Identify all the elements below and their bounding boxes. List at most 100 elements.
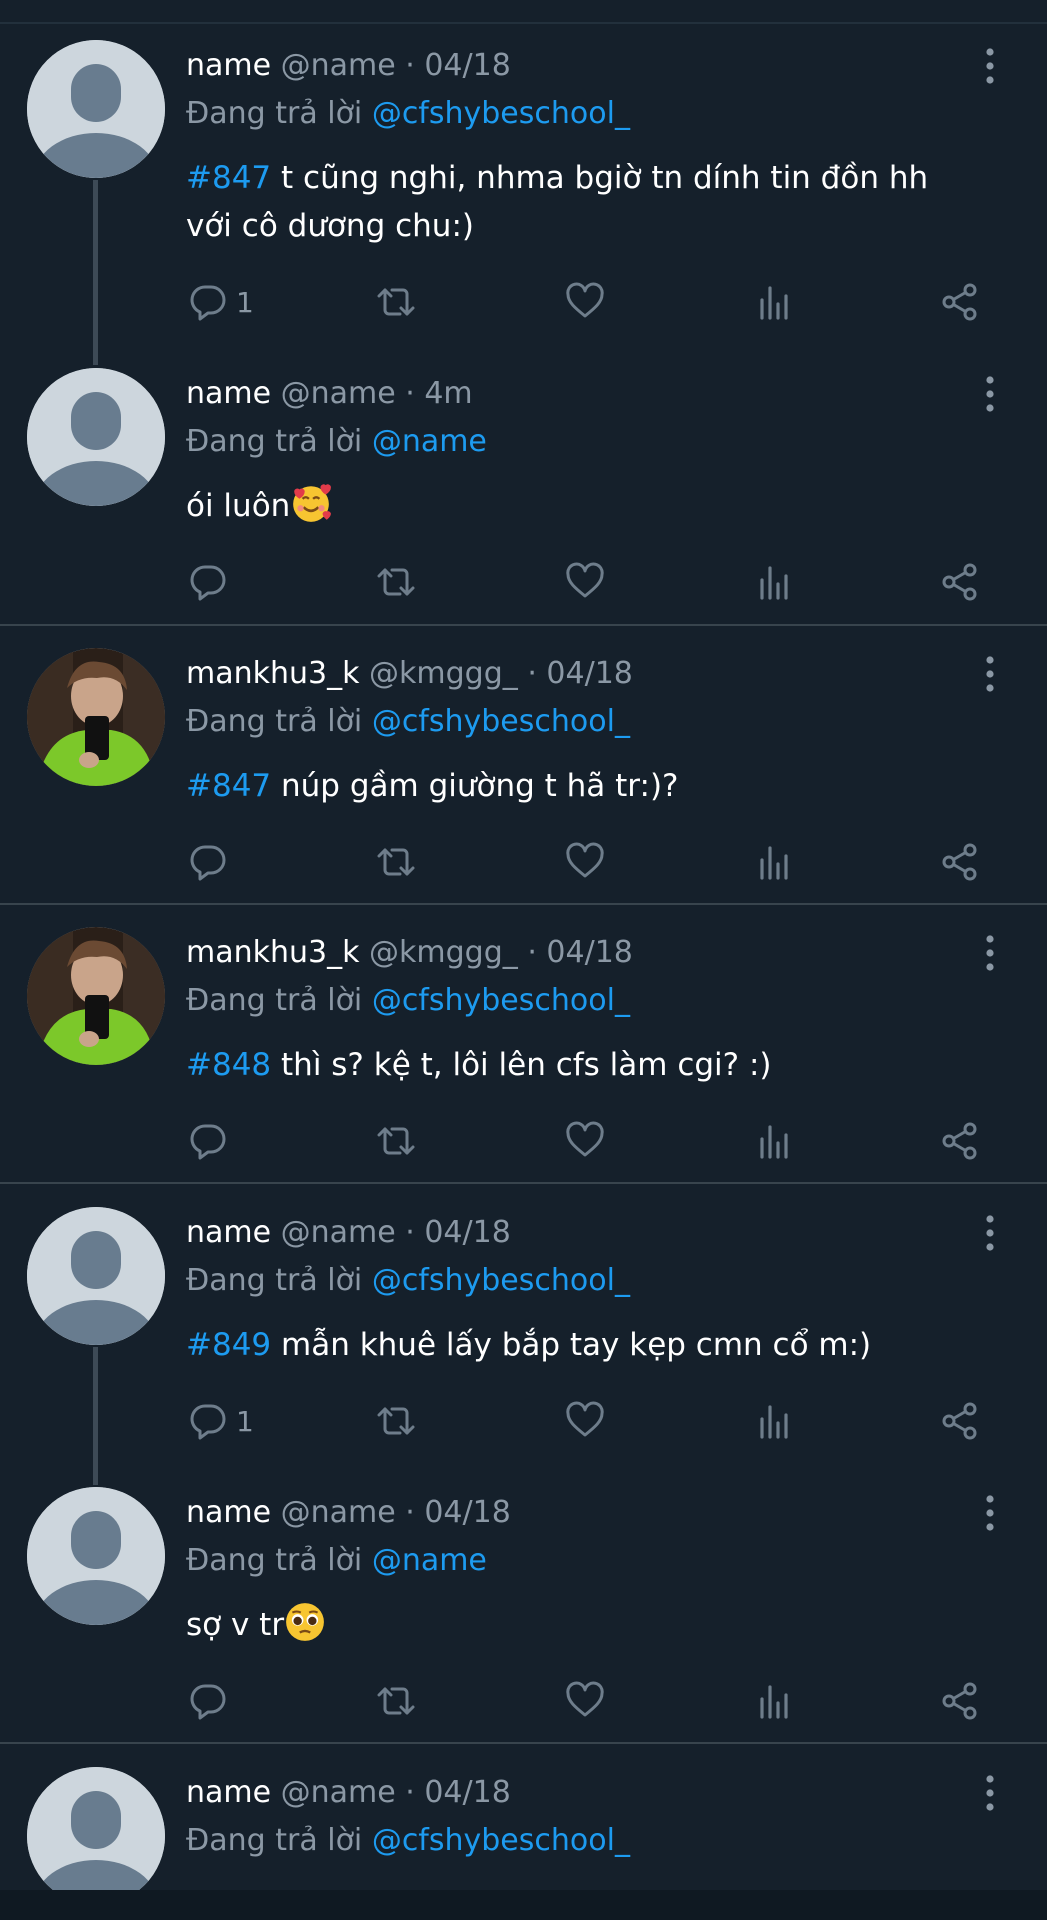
display-name[interactable]: name xyxy=(186,1775,271,1810)
retweet-button[interactable] xyxy=(374,560,418,604)
avatar[interactable] xyxy=(27,1487,165,1625)
like-button[interactable] xyxy=(564,280,606,324)
heart-icon xyxy=(564,1401,606,1441)
share-button[interactable] xyxy=(940,1679,980,1723)
separator-dot: · xyxy=(405,48,415,83)
share-button[interactable] xyxy=(940,840,980,884)
reply-mention-link[interactable]: @name xyxy=(372,1543,487,1578)
views-button[interactable] xyxy=(754,280,794,324)
share-button[interactable] xyxy=(940,280,980,324)
reply-button[interactable] xyxy=(188,1119,228,1163)
user-handle[interactable]: @kmggg_ xyxy=(369,656,518,691)
reply-mention-link[interactable]: @cfshybeschool_ xyxy=(372,1823,630,1858)
user-handle[interactable]: @name xyxy=(281,1495,396,1530)
avatar[interactable] xyxy=(27,1767,165,1905)
views-button[interactable] xyxy=(754,1399,794,1443)
like-button[interactable] xyxy=(564,560,606,604)
analytics-icon xyxy=(754,1121,794,1161)
heart-icon xyxy=(564,1121,606,1161)
views-button[interactable] xyxy=(754,1679,794,1723)
display-name[interactable]: mankhu3_k xyxy=(186,935,359,970)
tweet-text: #847 t cũng nghi, nhma bgiờ tn dính tin … xyxy=(186,154,966,250)
more-vertical-icon[interactable] xyxy=(980,654,1000,694)
share-icon xyxy=(940,562,980,602)
hashtag-link[interactable]: #847 xyxy=(186,768,271,804)
more-vertical-icon[interactable] xyxy=(980,374,1000,414)
like-button[interactable] xyxy=(564,1399,606,1443)
avatar[interactable] xyxy=(27,927,165,1065)
tweet-text: #849 mẫn khuê lấy bắp tay kẹp cmn cổ m:) xyxy=(186,1321,966,1369)
display-name[interactable]: mankhu3_k xyxy=(186,656,359,691)
avatar[interactable] xyxy=(27,1207,165,1345)
analytics-icon xyxy=(754,562,794,602)
reply-mention-link[interactable]: @cfshybeschool_ xyxy=(372,96,630,131)
separator-dot: · xyxy=(527,935,537,970)
more-vertical-icon[interactable] xyxy=(980,933,1000,973)
tweet-text: #847 núp gầm giường t hã tr:)? xyxy=(186,762,966,810)
reply-button[interactable]: 1 xyxy=(188,1399,254,1443)
views-button[interactable] xyxy=(754,560,794,604)
reply-mention-link[interactable]: @cfshybeschool_ xyxy=(372,983,630,1018)
user-handle[interactable]: @name xyxy=(281,376,396,411)
reply-button[interactable] xyxy=(188,560,228,604)
retweet-icon xyxy=(374,562,418,602)
display-name[interactable]: name xyxy=(186,1495,271,1530)
more-vertical-icon[interactable] xyxy=(980,46,1000,86)
timestamp[interactable]: 04/18 xyxy=(424,1215,510,1250)
avatar[interactable] xyxy=(27,368,165,506)
retweet-icon xyxy=(374,1121,418,1161)
share-icon xyxy=(940,842,980,882)
timestamp[interactable]: 04/18 xyxy=(546,935,632,970)
timestamp[interactable]: 4m xyxy=(424,376,472,411)
reply-button[interactable]: 1 xyxy=(188,280,254,324)
reply-mention-link[interactable]: @name xyxy=(372,424,487,459)
display-name[interactable]: name xyxy=(186,376,271,411)
timestamp[interactable]: 04/18 xyxy=(546,656,632,691)
reply-count: 1 xyxy=(236,1404,254,1438)
like-button[interactable] xyxy=(564,1679,606,1723)
views-button[interactable] xyxy=(754,840,794,884)
user-handle[interactable]: @kmggg_ xyxy=(369,935,518,970)
timestamp[interactable]: 04/18 xyxy=(424,1775,510,1810)
action-bar xyxy=(186,560,996,604)
hashtag-link[interactable]: #847 xyxy=(186,160,271,196)
reply-mention-link[interactable]: @cfshybeschool_ xyxy=(372,1263,630,1298)
user-handle[interactable]: @name xyxy=(281,1215,396,1250)
more-vertical-icon[interactable] xyxy=(980,1213,1000,1253)
separator-dot: · xyxy=(405,1495,415,1530)
tweet-body: thì s? kệ t, lôi lên cfs làm cgi? :) xyxy=(271,1047,772,1083)
hashtag-link[interactable]: #849 xyxy=(186,1327,271,1363)
share-icon xyxy=(940,1401,980,1441)
reply-mention-link[interactable]: @cfshybeschool_ xyxy=(372,704,630,739)
timestamp[interactable]: 04/18 xyxy=(424,48,510,83)
thread-connector xyxy=(93,180,98,365)
retweet-button[interactable] xyxy=(374,1679,418,1723)
share-button[interactable] xyxy=(940,560,980,604)
share-button[interactable] xyxy=(940,1119,980,1163)
avatar[interactable] xyxy=(27,648,165,786)
user-handle[interactable]: @name xyxy=(281,1775,396,1810)
retweet-button[interactable] xyxy=(374,840,418,884)
tweet-body: mẫn khuê lấy bắp tay kẹp cmn cổ m:) xyxy=(271,1327,872,1363)
replying-to-label: Đang trả lời xyxy=(186,1263,363,1298)
like-button[interactable] xyxy=(564,840,606,884)
user-handle[interactable]: @name xyxy=(281,48,396,83)
display-name[interactable]: name xyxy=(186,1215,271,1250)
retweet-button[interactable] xyxy=(374,1399,418,1443)
display-name[interactable]: name xyxy=(186,48,271,83)
avatar[interactable] xyxy=(27,40,165,178)
more-vertical-icon[interactable] xyxy=(980,1773,1000,1813)
replying-to-label: Đang trả lời xyxy=(186,704,363,739)
more-vertical-icon[interactable] xyxy=(980,1493,1000,1533)
hashtag-link[interactable]: #848 xyxy=(186,1047,271,1083)
reply-button[interactable] xyxy=(188,840,228,884)
like-button[interactable] xyxy=(564,1119,606,1163)
share-button[interactable] xyxy=(940,1399,980,1443)
separator-dot: · xyxy=(405,1775,415,1810)
timestamp[interactable]: 04/18 xyxy=(424,1495,510,1530)
retweet-button[interactable] xyxy=(374,1119,418,1163)
replying-to-label: Đang trả lời xyxy=(186,1823,363,1858)
reply-button[interactable] xyxy=(188,1679,228,1723)
views-button[interactable] xyxy=(754,1119,794,1163)
retweet-button[interactable] xyxy=(374,280,418,324)
